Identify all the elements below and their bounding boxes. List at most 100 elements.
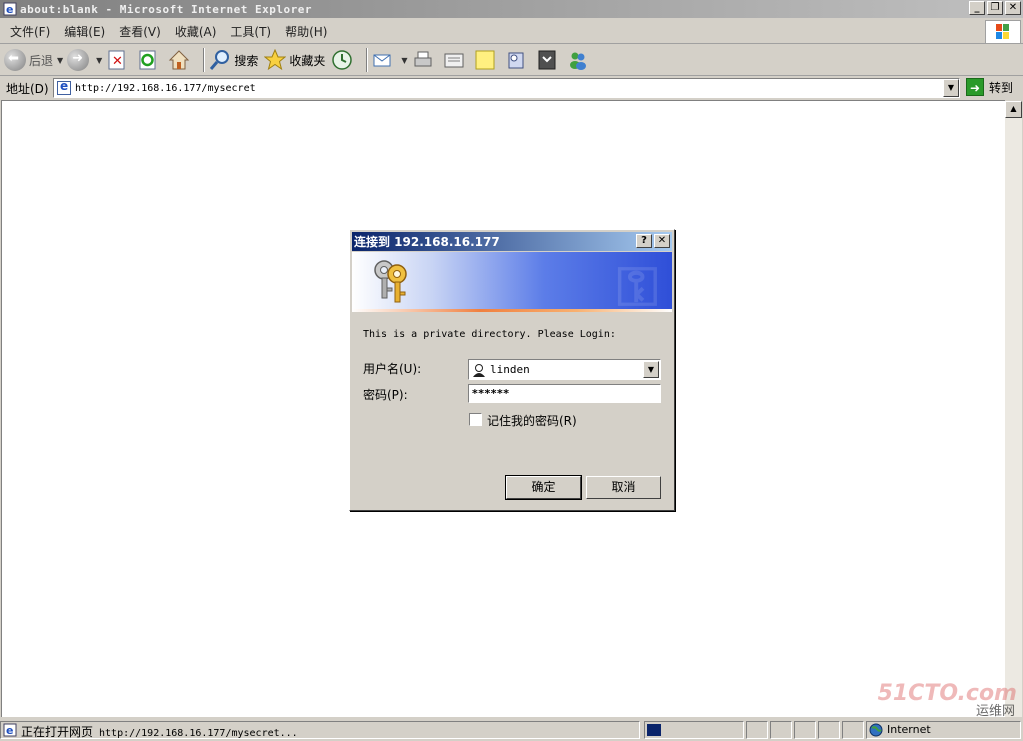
home-button[interactable] — [168, 47, 193, 73]
messenger-button[interactable] — [567, 47, 592, 73]
refresh-icon — [137, 49, 159, 71]
dialog-banner: ⚿ — [352, 252, 672, 312]
help-button[interactable]: ? — [636, 234, 652, 248]
user-icon — [472, 363, 486, 377]
username-value: linden — [490, 363, 530, 376]
stop-button[interactable]: ✕ — [106, 47, 131, 73]
messenger-icon — [567, 49, 589, 71]
forward-dropdown-icon[interactable]: ▼ — [96, 56, 102, 65]
password-label: 密码(P): — [363, 388, 408, 402]
dialog-close-button[interactable]: ✕ — [654, 234, 670, 248]
toolbar: 后退 ▼ ▼ ✕ 搜索 — [0, 45, 1023, 76]
menu-view[interactable]: 查看(V) — [119, 23, 161, 40]
username-dropdown-icon[interactable]: ▼ — [643, 361, 659, 378]
back-label: 后退 — [29, 53, 54, 68]
status-pane — [770, 721, 792, 739]
loading-page-icon: e — [3, 723, 17, 740]
menu-bar: 文件(F) 编辑(E) 查看(V) 收藏(A) 工具(T) 帮助(H) — [0, 19, 1023, 44]
address-dropdown-icon[interactable]: ▼ — [943, 79, 959, 97]
remember-password-checkbox[interactable] — [469, 413, 482, 426]
menu-edit[interactable]: 编辑(E) — [64, 23, 105, 40]
history-icon — [331, 49, 353, 71]
page-icon — [57, 79, 71, 95]
ok-button[interactable]: 确定 — [506, 476, 581, 499]
title-bar[interactable]: e about:blank - Microsoft Internet Explo… — [0, 0, 1023, 18]
forward-arrow-icon — [67, 49, 90, 71]
dialog-title: 连接到 192.168.16.177 — [354, 235, 500, 249]
refresh-button[interactable] — [137, 47, 162, 73]
printer-icon — [412, 49, 434, 71]
keys-icon — [370, 258, 414, 304]
minimize-button[interactable]: _ — [969, 1, 985, 15]
edit-button[interactable] — [443, 47, 468, 73]
dialog-message: This is a private directory. Please Logi… — [363, 329, 616, 340]
scroll-up-icon[interactable]: ▲ — [1005, 101, 1022, 118]
back-dropdown-icon[interactable]: ▼ — [57, 56, 63, 65]
go-arrow-icon: ➜ — [966, 78, 984, 96]
history-button[interactable] — [331, 47, 356, 73]
research-icon — [505, 49, 527, 71]
research-button[interactable] — [505, 47, 530, 73]
menu-help[interactable]: 帮助(H) — [285, 23, 327, 40]
zone-label: Internet — [887, 723, 931, 736]
restore-button[interactable]: ❐ — [987, 1, 1003, 15]
favorites-label: 收藏夹 — [289, 53, 326, 68]
status-message: 正在打开网页 — [21, 725, 94, 739]
back-button[interactable]: 后退 — [4, 47, 53, 73]
documents-button[interactable] — [536, 47, 561, 73]
address-input[interactable]: http://192.168.16.177/mysecret ▼ — [53, 78, 960, 98]
menu-favorites[interactable]: 收藏(A) — [175, 23, 217, 40]
progress-pane — [644, 721, 744, 739]
favorites-button[interactable]: 收藏夹 — [263, 47, 326, 73]
vertical-scrollbar[interactable]: ▲ — [1005, 101, 1022, 717]
remember-password-label[interactable]: 记住我的密码(R) — [487, 412, 577, 429]
status-pane — [818, 721, 840, 739]
home-icon — [168, 49, 190, 71]
globe-icon — [869, 723, 883, 740]
cancel-button[interactable]: 取消 — [586, 476, 661, 499]
password-field[interactable]: ****** — [468, 384, 661, 403]
svg-text:e: e — [6, 724, 13, 737]
search-icon — [209, 49, 231, 71]
login-dialog: 连接到 192.168.16.177 ? ✕ ⚿ This is a priva… — [349, 229, 675, 511]
address-bar: 地址(D) http://192.168.16.177/mysecret ▼ ➜… — [0, 77, 1023, 99]
status-pane — [842, 721, 864, 739]
ie-window: e about:blank - Microsoft Internet Explo… — [0, 0, 1023, 741]
discuss-button[interactable] — [474, 47, 499, 73]
mail-dropdown-icon[interactable]: ▼ — [401, 56, 407, 65]
status-url: http://192.168.16.177/mysecret... — [99, 728, 298, 739]
note-icon — [474, 49, 496, 71]
status-text: 正在打开网页 http://192.168.16.177/mysecret... — [21, 723, 298, 740]
ie-icon: e — [3, 2, 17, 16]
status-pane — [794, 721, 816, 739]
edit-page-icon — [443, 49, 465, 71]
windows-logo-icon — [985, 20, 1021, 44]
dialog-title-bar[interactable]: 连接到 192.168.16.177 ? ✕ — [352, 232, 672, 251]
toolbar-separator — [366, 48, 369, 72]
progress-bar — [647, 724, 661, 736]
banner-keys-watermark-icon: ⚿ — [616, 254, 658, 312]
mail-button[interactable] — [372, 47, 397, 73]
menu-file[interactable]: 文件(F) — [10, 23, 50, 40]
status-pane — [746, 721, 768, 739]
username-combo[interactable]: linden ▼ — [468, 359, 661, 380]
print-button[interactable] — [412, 47, 437, 73]
go-button[interactable]: ➜ 转到 — [966, 78, 1013, 96]
svg-text:✕: ✕ — [112, 54, 123, 69]
go-label: 转到 — [989, 80, 1014, 95]
address-url[interactable]: http://192.168.16.177/mysecret — [75, 83, 256, 94]
back-arrow-icon — [4, 49, 26, 71]
search-label: 搜索 — [234, 53, 259, 68]
svg-text:e: e — [6, 3, 13, 16]
status-main-pane: e 正在打开网页 http://192.168.16.177/mysecret..… — [0, 721, 640, 739]
close-button[interactable]: ✕ — [1005, 1, 1021, 15]
forward-button[interactable] — [67, 47, 92, 73]
search-button[interactable]: 搜索 — [209, 47, 258, 73]
toolbar-separator — [203, 48, 206, 72]
menu-tools[interactable]: 工具(T) — [230, 23, 271, 40]
username-label: 用户名(U): — [363, 362, 422, 376]
stop-icon: ✕ — [106, 49, 128, 71]
documents-icon — [536, 49, 558, 71]
status-bar: e 正在打开网页 http://192.168.16.177/mysecret..… — [0, 719, 1023, 741]
star-icon — [263, 48, 287, 71]
